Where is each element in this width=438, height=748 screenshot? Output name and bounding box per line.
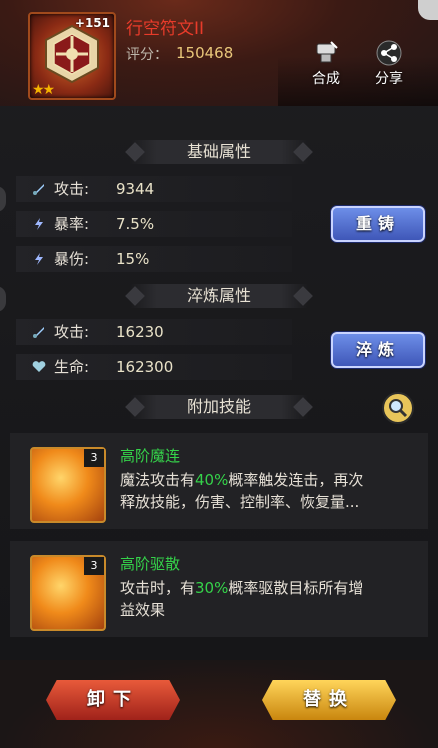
compose-button[interactable]: 合成 xyxy=(304,40,348,88)
stat-value: 15% xyxy=(116,250,150,268)
skill-desc-highlight: 40% xyxy=(195,471,229,489)
stat-value: 7.5% xyxy=(116,215,155,233)
stat-value: 16230 xyxy=(116,323,164,341)
magnifier-button[interactable] xyxy=(382,392,414,424)
unequip-button[interactable]: 卸下 xyxy=(46,680,180,720)
skill-card[interactable]: 3 高阶驱散 攻击时，有30%概率驱散目标所有增 益效果 xyxy=(10,541,428,637)
side-handle xyxy=(0,186,6,212)
item-stars: ★★ xyxy=(32,82,55,98)
share-button[interactable]: 分享 xyxy=(367,40,411,88)
refine-attrs-title-text: 淬炼属性 xyxy=(186,286,251,305)
stat-value: 162300 xyxy=(116,358,174,376)
skill-level: 3 xyxy=(84,449,104,467)
spellbook-icon: 3 xyxy=(30,447,106,523)
skill-desc-highlight: 30% xyxy=(195,579,229,597)
stat-row: 暴率: 7.5% xyxy=(16,211,292,237)
replace-button[interactable]: 替换 xyxy=(262,680,396,720)
skills-title: 附加技能 xyxy=(0,393,438,421)
recast-button[interactable]: 重铸 xyxy=(331,206,425,242)
skill-card[interactable]: 3 高阶魔连 魔法攻击有40%概率触发连击，再次 释放技能，伤害、控制率、恢复量… xyxy=(10,433,428,529)
skill-desc-text: 益效果 xyxy=(120,601,166,619)
item-level-badge: +151 xyxy=(74,16,110,30)
lightning-icon xyxy=(35,218,43,230)
corner-toggle-icon[interactable] xyxy=(418,0,438,20)
skill-desc-text: 概率触发连击，再次 xyxy=(228,471,364,489)
lightning-icon xyxy=(35,253,43,265)
skill-desc-text: 魔法攻击有 xyxy=(120,471,196,489)
skill-name: 高阶魔连 xyxy=(120,447,181,465)
stat-value: 9344 xyxy=(116,180,155,198)
share-icon xyxy=(376,40,402,66)
skill-desc-text: 概率驱散目标所有增 xyxy=(228,579,364,597)
stat-label: 生命: xyxy=(54,358,90,376)
stat-label: 暴伤: xyxy=(54,250,90,268)
skill-desc-text: 释放技能，伤害、控制率、恢复量... xyxy=(120,493,360,511)
sword-icon xyxy=(33,327,44,338)
stat-label: 攻击: xyxy=(54,323,90,341)
skill-description: 攻击时，有30%概率驱散目标所有增 益效果 xyxy=(120,577,420,621)
header-background-art xyxy=(278,56,438,106)
base-attrs-title: 基础属性 xyxy=(0,138,438,166)
item-name: 行空符文II xyxy=(126,19,205,39)
score-label: 评分： xyxy=(126,47,168,63)
rune-icon xyxy=(45,24,99,84)
skill-level: 3 xyxy=(84,557,104,575)
stat-row: 暴伤: 15% xyxy=(16,246,292,272)
refine-button[interactable]: 淬炼 xyxy=(331,332,425,368)
stat-row: 攻击: 9344 xyxy=(16,176,292,202)
refine-attrs-title: 淬炼属性 xyxy=(0,282,438,310)
skill-desc-text: 攻击时，有 xyxy=(120,579,196,597)
stat-row: 生命: 162300 xyxy=(16,354,292,380)
anvil-icon xyxy=(316,41,338,63)
magnifier-icon xyxy=(389,399,408,418)
header: +151 ★★ 行空符文II 评分： 150468 合成 分享 xyxy=(0,0,438,106)
stat-row: 攻击: 16230 xyxy=(16,319,292,345)
equipment-detail-panel: +151 ★★ 行空符文II 评分： 150468 合成 分享 基础属性 攻击:… xyxy=(0,0,438,748)
stat-label: 攻击: xyxy=(54,180,90,198)
compose-label: 合成 xyxy=(312,71,340,87)
skill-description: 魔法攻击有40%概率触发连击，再次 释放技能，伤害、控制率、恢复量... xyxy=(120,469,420,513)
score-value: 150468 xyxy=(176,44,234,62)
sword-icon xyxy=(33,184,44,195)
stat-label: 暴率: xyxy=(54,215,90,233)
share-label: 分享 xyxy=(375,71,403,87)
skills-title-text: 附加技能 xyxy=(186,397,251,416)
item-icon-frame[interactable]: +151 ★★ xyxy=(28,12,116,100)
base-attrs-title-text: 基础属性 xyxy=(186,142,251,161)
skill-name: 高阶驱散 xyxy=(120,555,181,573)
heart-icon xyxy=(32,361,46,372)
skull-icon: 3 xyxy=(30,555,106,631)
